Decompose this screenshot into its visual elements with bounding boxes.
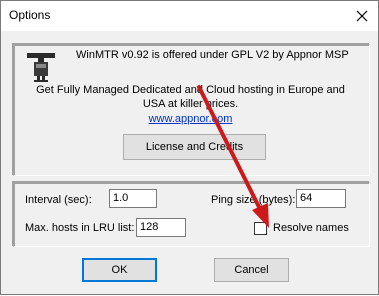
window-title: Options bbox=[9, 8, 51, 22]
ok-button[interactable]: OK bbox=[82, 258, 157, 282]
interval-label: Interval (sec): bbox=[25, 194, 92, 206]
winmtr-logo-icon bbox=[27, 53, 55, 82]
resolve-names-checkbox[interactable] bbox=[254, 222, 267, 235]
license-info-text: WinMTR v0.92 is offered under GPL V2 by … bbox=[76, 49, 349, 61]
ping-size-input[interactable]: 64 bbox=[296, 189, 346, 208]
interval-input[interactable]: 1.0 bbox=[109, 189, 157, 208]
resolve-names-label[interactable]: Resolve names bbox=[273, 222, 349, 234]
promo-line-1: Get Fully Managed Dedicated and Cloud ho… bbox=[36, 84, 345, 96]
title-bar: Options bbox=[1, 1, 378, 31]
appnor-link[interactable]: www.appnor.com bbox=[149, 113, 233, 125]
close-button[interactable] bbox=[351, 5, 373, 27]
license-and-credits-button[interactable]: License and Credits bbox=[123, 134, 266, 160]
dialog-body: WinMTR v0.92 is offered under GPL V2 by … bbox=[1, 31, 378, 294]
cancel-button[interactable]: Cancel bbox=[214, 258, 289, 282]
promo-line-2: USA at killer prices. bbox=[142, 98, 239, 110]
max-hosts-label: Max. hosts in LRU list: bbox=[25, 222, 135, 234]
options-dialog: Options WinMTR v0.92 is offered under GP… bbox=[0, 0, 379, 295]
link-row: www.appnor.com bbox=[15, 113, 366, 125]
max-hosts-input[interactable]: 128 bbox=[136, 218, 186, 237]
ping-size-label: Ping size (bytes): bbox=[211, 194, 296, 206]
close-icon bbox=[356, 10, 368, 22]
